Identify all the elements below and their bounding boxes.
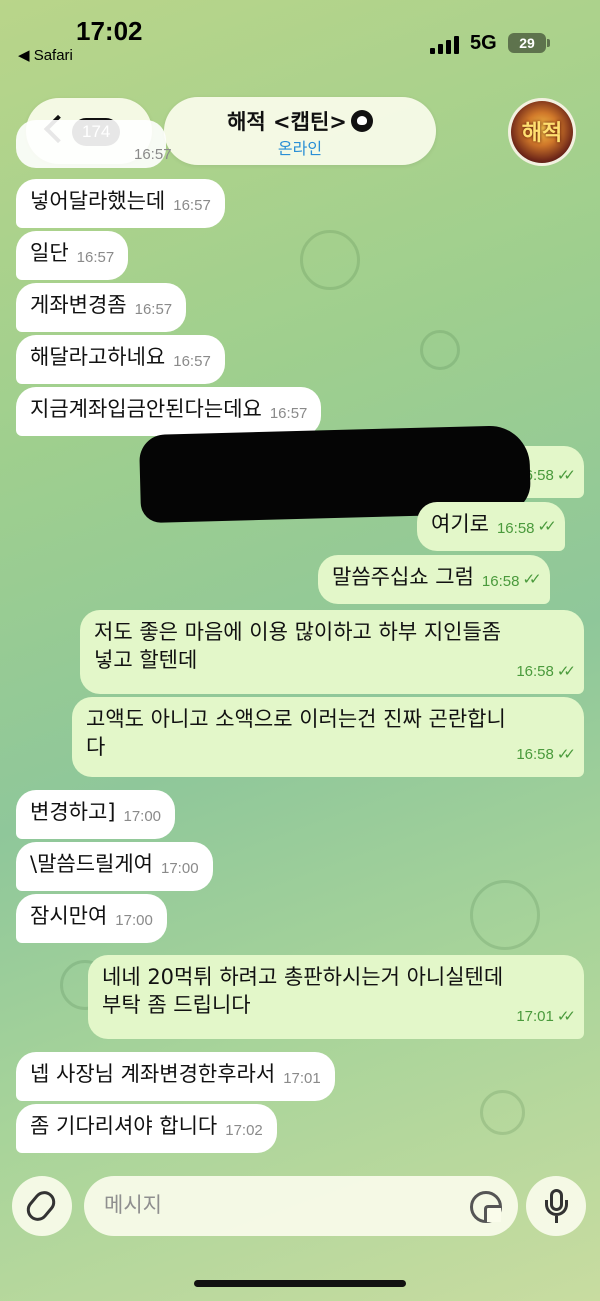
status-time: 17:02 [76, 16, 143, 46]
message-bubble-incoming[interactable]: \말씀드릴게여 17:00 [16, 842, 213, 891]
message-time: 17:01 [516, 1008, 554, 1025]
network-type: 5G [470, 32, 497, 54]
double-check-icon: ✓✓ [556, 467, 576, 484]
sticker-icon[interactable] [470, 1191, 502, 1223]
message-text: \말씀드릴게여 [30, 852, 153, 876]
message-bubble-outgoing[interactable]: 네네 20먹튀 하려고 총판하시는거 아니실텐데 부탁 좀 드립니다 17:01… [88, 955, 584, 1039]
message-input[interactable] [84, 1176, 518, 1236]
paperclip-icon [22, 1186, 60, 1226]
message-time: 16:57 [173, 353, 211, 370]
cellular-signal-icon [430, 36, 462, 54]
message-text-line: 네네 20먹튀 하려고 총판하시는거 아니실텐데 [102, 965, 504, 989]
message-text: 잠시만여 [30, 904, 108, 928]
battery-icon: 29 [508, 33, 546, 53]
message-time: 16:58 [516, 663, 554, 680]
message-text: 지금계좌입금안된다는데요 [30, 397, 262, 421]
message-text: 넵 사장님 계좌변경한후라서 [30, 1062, 276, 1086]
wallpaper-doodle [480, 1090, 525, 1135]
message-text: 넣어달라했는데 [30, 189, 166, 213]
message-text-line: 넣고 할텐데 [94, 648, 198, 672]
message-text: 변경하고] [30, 800, 116, 824]
wallpaper-doodle [420, 330, 460, 370]
message-time: 17:00 [161, 860, 199, 877]
skull-emoji-icon [350, 110, 373, 132]
message-time: 16:57 [269, 405, 308, 422]
chat-info-button[interactable]: 해적 <캡틴> 온라인 [164, 97, 436, 165]
chat-title: 해적 <캡틴> [164, 106, 436, 136]
status-bar: 17:02 ◀ Safari 5G 29 [0, 0, 600, 70]
message-meta: 17:01 ✓✓ [516, 1003, 576, 1031]
message-text: 해달라고하네요 [30, 345, 166, 369]
message-bubble-incoming[interactable]: 일단 16:57 [16, 231, 129, 280]
home-indicator[interactable] [194, 1280, 406, 1287]
double-check-icon: ✓✓ [556, 746, 576, 763]
message-meta: 16:58 ✓✓ [516, 658, 576, 686]
message-bubble-incoming[interactable]: 해달라고하네요 16:57 [16, 335, 225, 384]
wallpaper-doodle [470, 880, 540, 950]
message-time: 16:58 [496, 520, 535, 537]
message-bubble-outgoing[interactable]: 저도 좋은 마음에 이용 많이하고 하부 지인들좀 넣고 할텐데 16:58 ✓✓ [80, 610, 584, 694]
message-time: 16:57 [173, 197, 211, 214]
message-time: 16:57 [134, 301, 173, 318]
double-check-icon: ✓✓ [556, 1008, 576, 1025]
avatar-logo-text: 해적 [521, 121, 563, 146]
message-time: 17:00 [123, 808, 162, 825]
message-text-line: 부탁 좀 드립니다 [102, 993, 251, 1017]
message-text: 게좌변경좀 [30, 293, 127, 317]
wallpaper-doodle [300, 230, 360, 290]
message-bubble-outgoing[interactable]: 고액도 아니고 소액으로 이러는건 진짜 곤란합니 다 16:58 ✓✓ [72, 697, 584, 777]
message-text-line: 저도 좋은 마음에 이용 많이하고 하부 지인들좀 [94, 620, 502, 644]
message-bubble-outgoing[interactable]: 여기로 16:58 ✓✓ [417, 502, 565, 551]
voice-message-button[interactable] [526, 1176, 586, 1236]
message-time: 17:01 [283, 1070, 321, 1087]
avatar[interactable]: 해적 [508, 98, 576, 166]
back-to-safari-link[interactable]: ◀ Safari [18, 46, 73, 64]
message-text: 여기로 [431, 512, 489, 536]
message-time: 16:58 [516, 746, 554, 763]
message-text: 말씀주십쇼 그럼 [332, 565, 474, 589]
message-time: 17:02 [225, 1122, 263, 1139]
message-bubble-incoming[interactable]: 넵 사장님 계좌변경한후라서 17:01 [16, 1052, 335, 1101]
message-bubble-incoming[interactable]: 넣어달라했는데 16:57 [16, 179, 225, 228]
message-time: 16:57 [76, 249, 115, 266]
double-check-icon: ✓✓ [537, 517, 557, 535]
microphone-base [555, 1216, 558, 1223]
attach-button[interactable] [12, 1176, 72, 1236]
message-bubble-outgoing[interactable]: 말씀주십쇼 그럼 16:58 ✓✓ [318, 555, 550, 604]
microphone-stand [545, 1200, 568, 1216]
message-bubble-incoming[interactable]: 지금계좌입금안된다는데요 16:57 [16, 387, 322, 436]
message-bubble-incoming[interactable]: 게좌변경좀 16:57 [16, 283, 187, 332]
message-meta: 16:58 ✓✓ [516, 741, 576, 769]
message-text-line: 다 [86, 735, 106, 759]
chat-title-text: 해적 <캡틴> [227, 110, 347, 134]
double-check-icon: ✓✓ [522, 570, 541, 588]
message-bubble-incoming[interactable]: 변경하고] 17:00 [16, 790, 176, 839]
message-bubble-incoming[interactable]: 좀 기다리셔야 합니다 17:02 [16, 1104, 277, 1153]
message-time: 16:57 [134, 146, 172, 163]
message-text: 좀 기다리셔야 합니다 [30, 1114, 218, 1138]
battery-cap [547, 39, 550, 47]
double-check-icon: ✓✓ [556, 663, 576, 680]
message-text: 일단 [30, 241, 69, 265]
message-bubble-incoming[interactable]: 잠시만여 17:00 [16, 894, 167, 943]
chat-status: 온라인 [277, 139, 323, 158]
message-time: 16:58 [481, 573, 520, 590]
message-text-line: 고액도 아니고 소액으로 이러는건 진짜 곤란합니 [86, 707, 506, 731]
message-time: 17:00 [115, 912, 153, 929]
